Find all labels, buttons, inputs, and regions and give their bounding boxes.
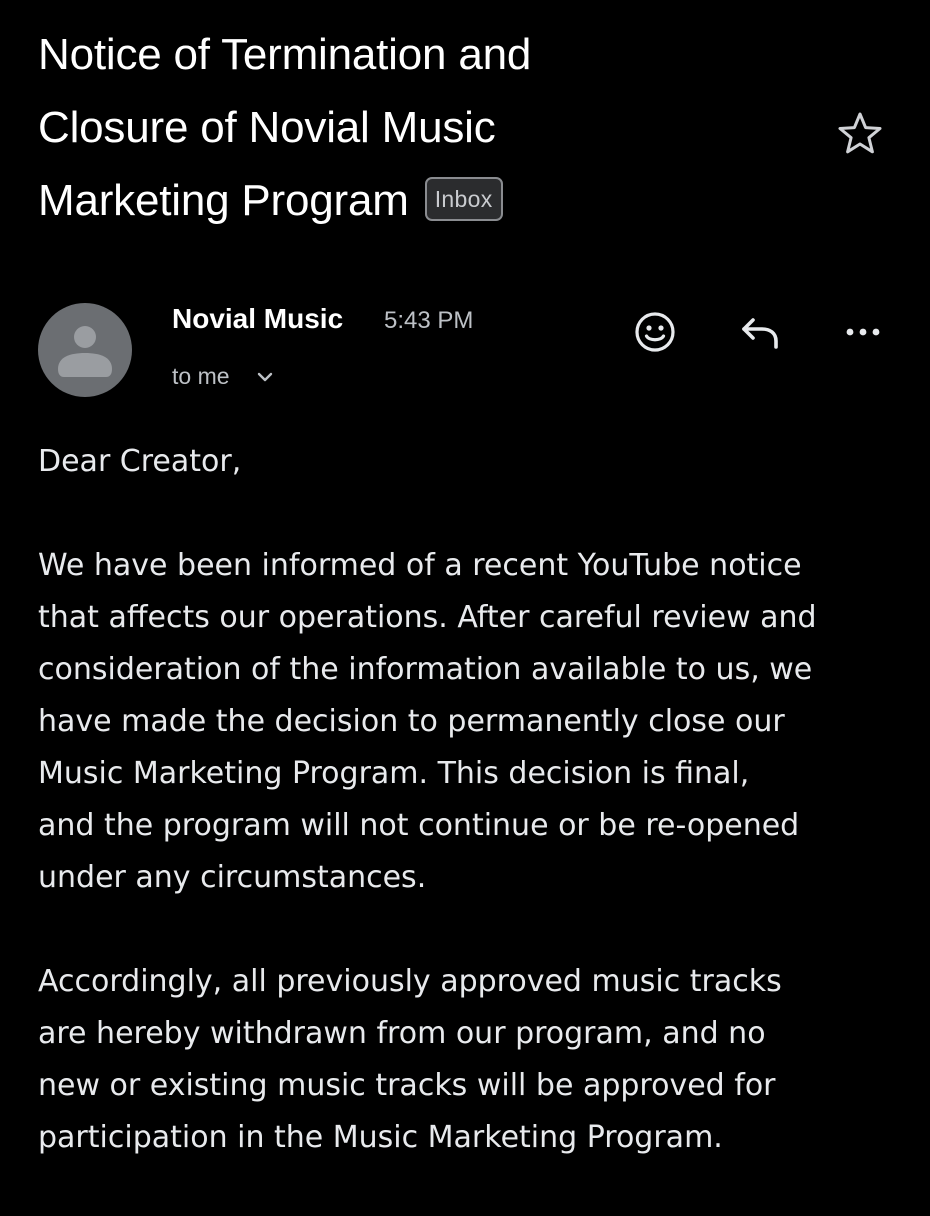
recipient-label: to me [172,363,230,389]
chevron-down-icon [257,372,272,381]
body-line: We have been informed of a recent YouTub… [38,548,802,583]
email-subject: Notice of Termination and Closure of Nov… [38,18,798,237]
sender-name[interactable]: Novial Music [172,303,343,335]
body-line: are hereby withdrawn from our program, a… [38,1016,766,1051]
body-line: and the program will not continue or be … [38,808,800,843]
body-line: participation in the Music Marketing Pro… [38,1120,723,1155]
body-line: Music Marketing Program. This decision i… [38,756,750,791]
person-icon [58,326,112,377]
body-line: consideration of the information availab… [38,652,813,687]
subject-line: Marketing Program Inbox [38,164,798,237]
body-paragraph: We have been informed of a recent YouTub… [38,540,908,904]
reply-icon[interactable] [736,309,782,355]
emoji-icon[interactable] [632,309,678,355]
avatar[interactable] [38,303,132,397]
body-line: new or existing music tracks will be app… [38,1068,776,1103]
body-line: that affects our operations. After caref… [38,600,817,635]
more-icon[interactable] [840,309,886,355]
body-line: Dear Creator, [38,444,242,479]
body-line: have made the decision to permanently cl… [38,704,785,739]
body-line: under any circumstances. [38,860,427,895]
body-line: Accordingly, all previously approved mus… [38,964,782,999]
subject-line: Closure of Novial Music [38,103,496,152]
subject-line-text: Marketing Program [38,176,409,225]
greeting: Dear Creator, [38,436,908,488]
sent-time: 5:43 PM [384,307,474,334]
recipient-details-toggle[interactable]: to me [172,363,274,390]
inbox-label-badge[interactable]: Inbox [424,177,503,221]
subject-line: Notice of Termination and [38,30,532,79]
body-paragraph: Accordingly, all previously approved mus… [38,956,908,1164]
star-icon[interactable] [836,110,884,158]
email-body: Dear Creator, We have been informed of a… [38,436,908,1216]
